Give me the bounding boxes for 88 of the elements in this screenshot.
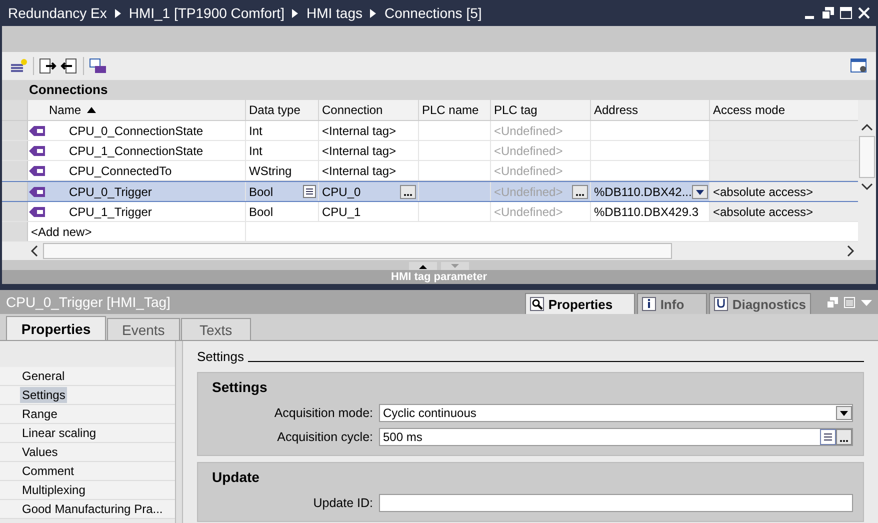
table-cell: <Undefined> bbox=[491, 161, 591, 180]
table-cell: <Undefined> bbox=[491, 202, 591, 221]
table-cell: Int bbox=[246, 141, 319, 160]
table-cell: <absolute access> bbox=[710, 202, 859, 221]
scrollbar-thumb[interactable] bbox=[859, 136, 875, 178]
input-field[interactable]: 500 ms bbox=[379, 428, 853, 446]
close-icon[interactable] bbox=[858, 7, 870, 19]
table-row[interactable]: CPU_1_Trigger Bool CPU_1 <Undefined> %DB110.DBX429.3 <absolute access> bbox=[2, 202, 858, 222]
horizontal-scrollbar[interactable] bbox=[2, 242, 858, 260]
nav-item[interactable]: Settings bbox=[20, 387, 68, 403]
table-cell: <Internal tag> bbox=[319, 141, 419, 160]
table-cell: CPU_1_Trigger bbox=[46, 202, 246, 221]
export-icon[interactable] bbox=[39, 58, 57, 74]
field-label: Update ID: bbox=[312, 496, 373, 510]
more-icon[interactable] bbox=[400, 184, 416, 198]
column-header[interactable]: Address bbox=[591, 100, 710, 120]
breadcrumb-arrow-icon bbox=[292, 8, 298, 18]
breadcrumb-arrow-icon bbox=[370, 8, 376, 18]
cell-editor[interactable]: Bool bbox=[246, 182, 319, 201]
cell-editor[interactable]: %DB110.DBX42... bbox=[591, 182, 710, 201]
vertical-scrollbar[interactable] bbox=[858, 100, 876, 260]
table-cell: CPU_ConnectedTo bbox=[46, 161, 246, 180]
tag-icon bbox=[29, 126, 45, 136]
sort-ascending-icon bbox=[87, 107, 96, 113]
input-field[interactable] bbox=[379, 494, 853, 512]
table-cell: CPU_1_ConnectionState bbox=[46, 141, 246, 160]
more-icon[interactable] bbox=[836, 429, 852, 445]
properties-tab[interactable]: Events bbox=[107, 318, 180, 340]
add-tag-icon[interactable] bbox=[10, 58, 28, 74]
breadcrumb-item[interactable]: HMI_1 [TP1900 Comfort] bbox=[128, 5, 284, 21]
table-row[interactable]: CPU_0_Trigger Bool CPU_0 <Undefined> %DB110.DBX42... <absolute access> bbox=[2, 181, 858, 202]
table-cell: <absolute access> bbox=[710, 182, 859, 201]
tag-table-icon[interactable] bbox=[89, 58, 107, 74]
tag-icon bbox=[29, 146, 45, 156]
table-cell: WString bbox=[246, 161, 319, 180]
more-icon[interactable] bbox=[572, 184, 588, 198]
inspector-tab[interactable]: Properties bbox=[525, 293, 636, 314]
breadcrumb-arrow-icon bbox=[114, 8, 121, 18]
editor-title: Connections bbox=[0, 80, 878, 100]
magnifier-icon bbox=[530, 297, 544, 311]
field-label: Acquisition mode: bbox=[273, 406, 373, 420]
list-icon[interactable] bbox=[303, 185, 316, 198]
dropdown-field[interactable]: Cyclic continuous bbox=[379, 404, 853, 422]
column-header[interactable]: Data type bbox=[246, 100, 319, 120]
window-settings-icon[interactable] bbox=[850, 58, 868, 74]
nav-item[interactable]: Values bbox=[20, 444, 60, 460]
table-cell: Bool bbox=[246, 202, 319, 221]
tag-icon bbox=[29, 186, 45, 196]
tag-icon bbox=[29, 166, 45, 176]
add-new-row[interactable]: <Add new> bbox=[28, 222, 246, 241]
breadcrumb-item[interactable]: Redundancy Ex bbox=[8, 5, 107, 21]
inspector-tab[interactable]: Diagnostics bbox=[709, 293, 811, 314]
restore-icon[interactable] bbox=[822, 7, 834, 19]
group-title: Settings bbox=[212, 379, 268, 395]
section-heading: Settings bbox=[197, 349, 244, 364]
inspector-tab[interactable]: Info bbox=[637, 293, 708, 314]
collapse-up-icon[interactable] bbox=[409, 262, 437, 270]
inspector-title: CPU_0_Trigger [HMI_Tag] bbox=[6, 294, 170, 310]
info-icon bbox=[642, 297, 656, 311]
maximize-icon[interactable] bbox=[840, 7, 852, 19]
nav-item[interactable]: Range bbox=[20, 406, 60, 422]
scrollbar-thumb[interactable] bbox=[43, 243, 672, 259]
table-cell: <Internal tag> bbox=[319, 161, 419, 180]
diagnostics-icon bbox=[714, 297, 728, 311]
table-row[interactable]: CPU_1_ConnectionState Int <Internal tag> <Undefined> bbox=[2, 141, 858, 161]
table-row[interactable]: CPU_0_ConnectionState Int <Internal tag> <Undefined> bbox=[2, 121, 858, 141]
column-header[interactable]: Connection bbox=[319, 100, 419, 120]
table-cell: CPU_0_ConnectionState bbox=[46, 121, 246, 140]
table-cell: CPU_1 bbox=[319, 202, 419, 221]
table-cell: <Internal tag> bbox=[319, 121, 419, 140]
group-title: Update bbox=[212, 469, 260, 485]
breadcrumb-item[interactable]: Connections [5] bbox=[384, 5, 482, 21]
column-header[interactable]: Name bbox=[46, 100, 246, 120]
table-cell: Int bbox=[246, 121, 319, 140]
list-icon[interactable] bbox=[820, 429, 836, 445]
table-cell: CPU_0_Trigger bbox=[46, 182, 246, 201]
tag-icon bbox=[29, 206, 45, 216]
field-label: Acquisition cycle: bbox=[276, 430, 373, 444]
column-header[interactable]: PLC tag bbox=[491, 100, 591, 120]
column-header[interactable]: PLC name bbox=[419, 100, 491, 120]
import-icon[interactable] bbox=[60, 58, 78, 74]
table-row[interactable]: CPU_ConnectedTo WString <Internal tag> <Undefined> bbox=[2, 161, 858, 181]
properties-tab[interactable]: Texts bbox=[180, 318, 251, 340]
properties-tab[interactable]: Properties bbox=[6, 316, 106, 340]
table-cell: <Undefined> bbox=[491, 141, 591, 160]
table-cell: <Undefined> bbox=[491, 121, 591, 140]
breadcrumb-item[interactable]: HMI tags bbox=[306, 5, 362, 21]
cell-editor[interactable]: CPU_0 bbox=[319, 182, 419, 201]
